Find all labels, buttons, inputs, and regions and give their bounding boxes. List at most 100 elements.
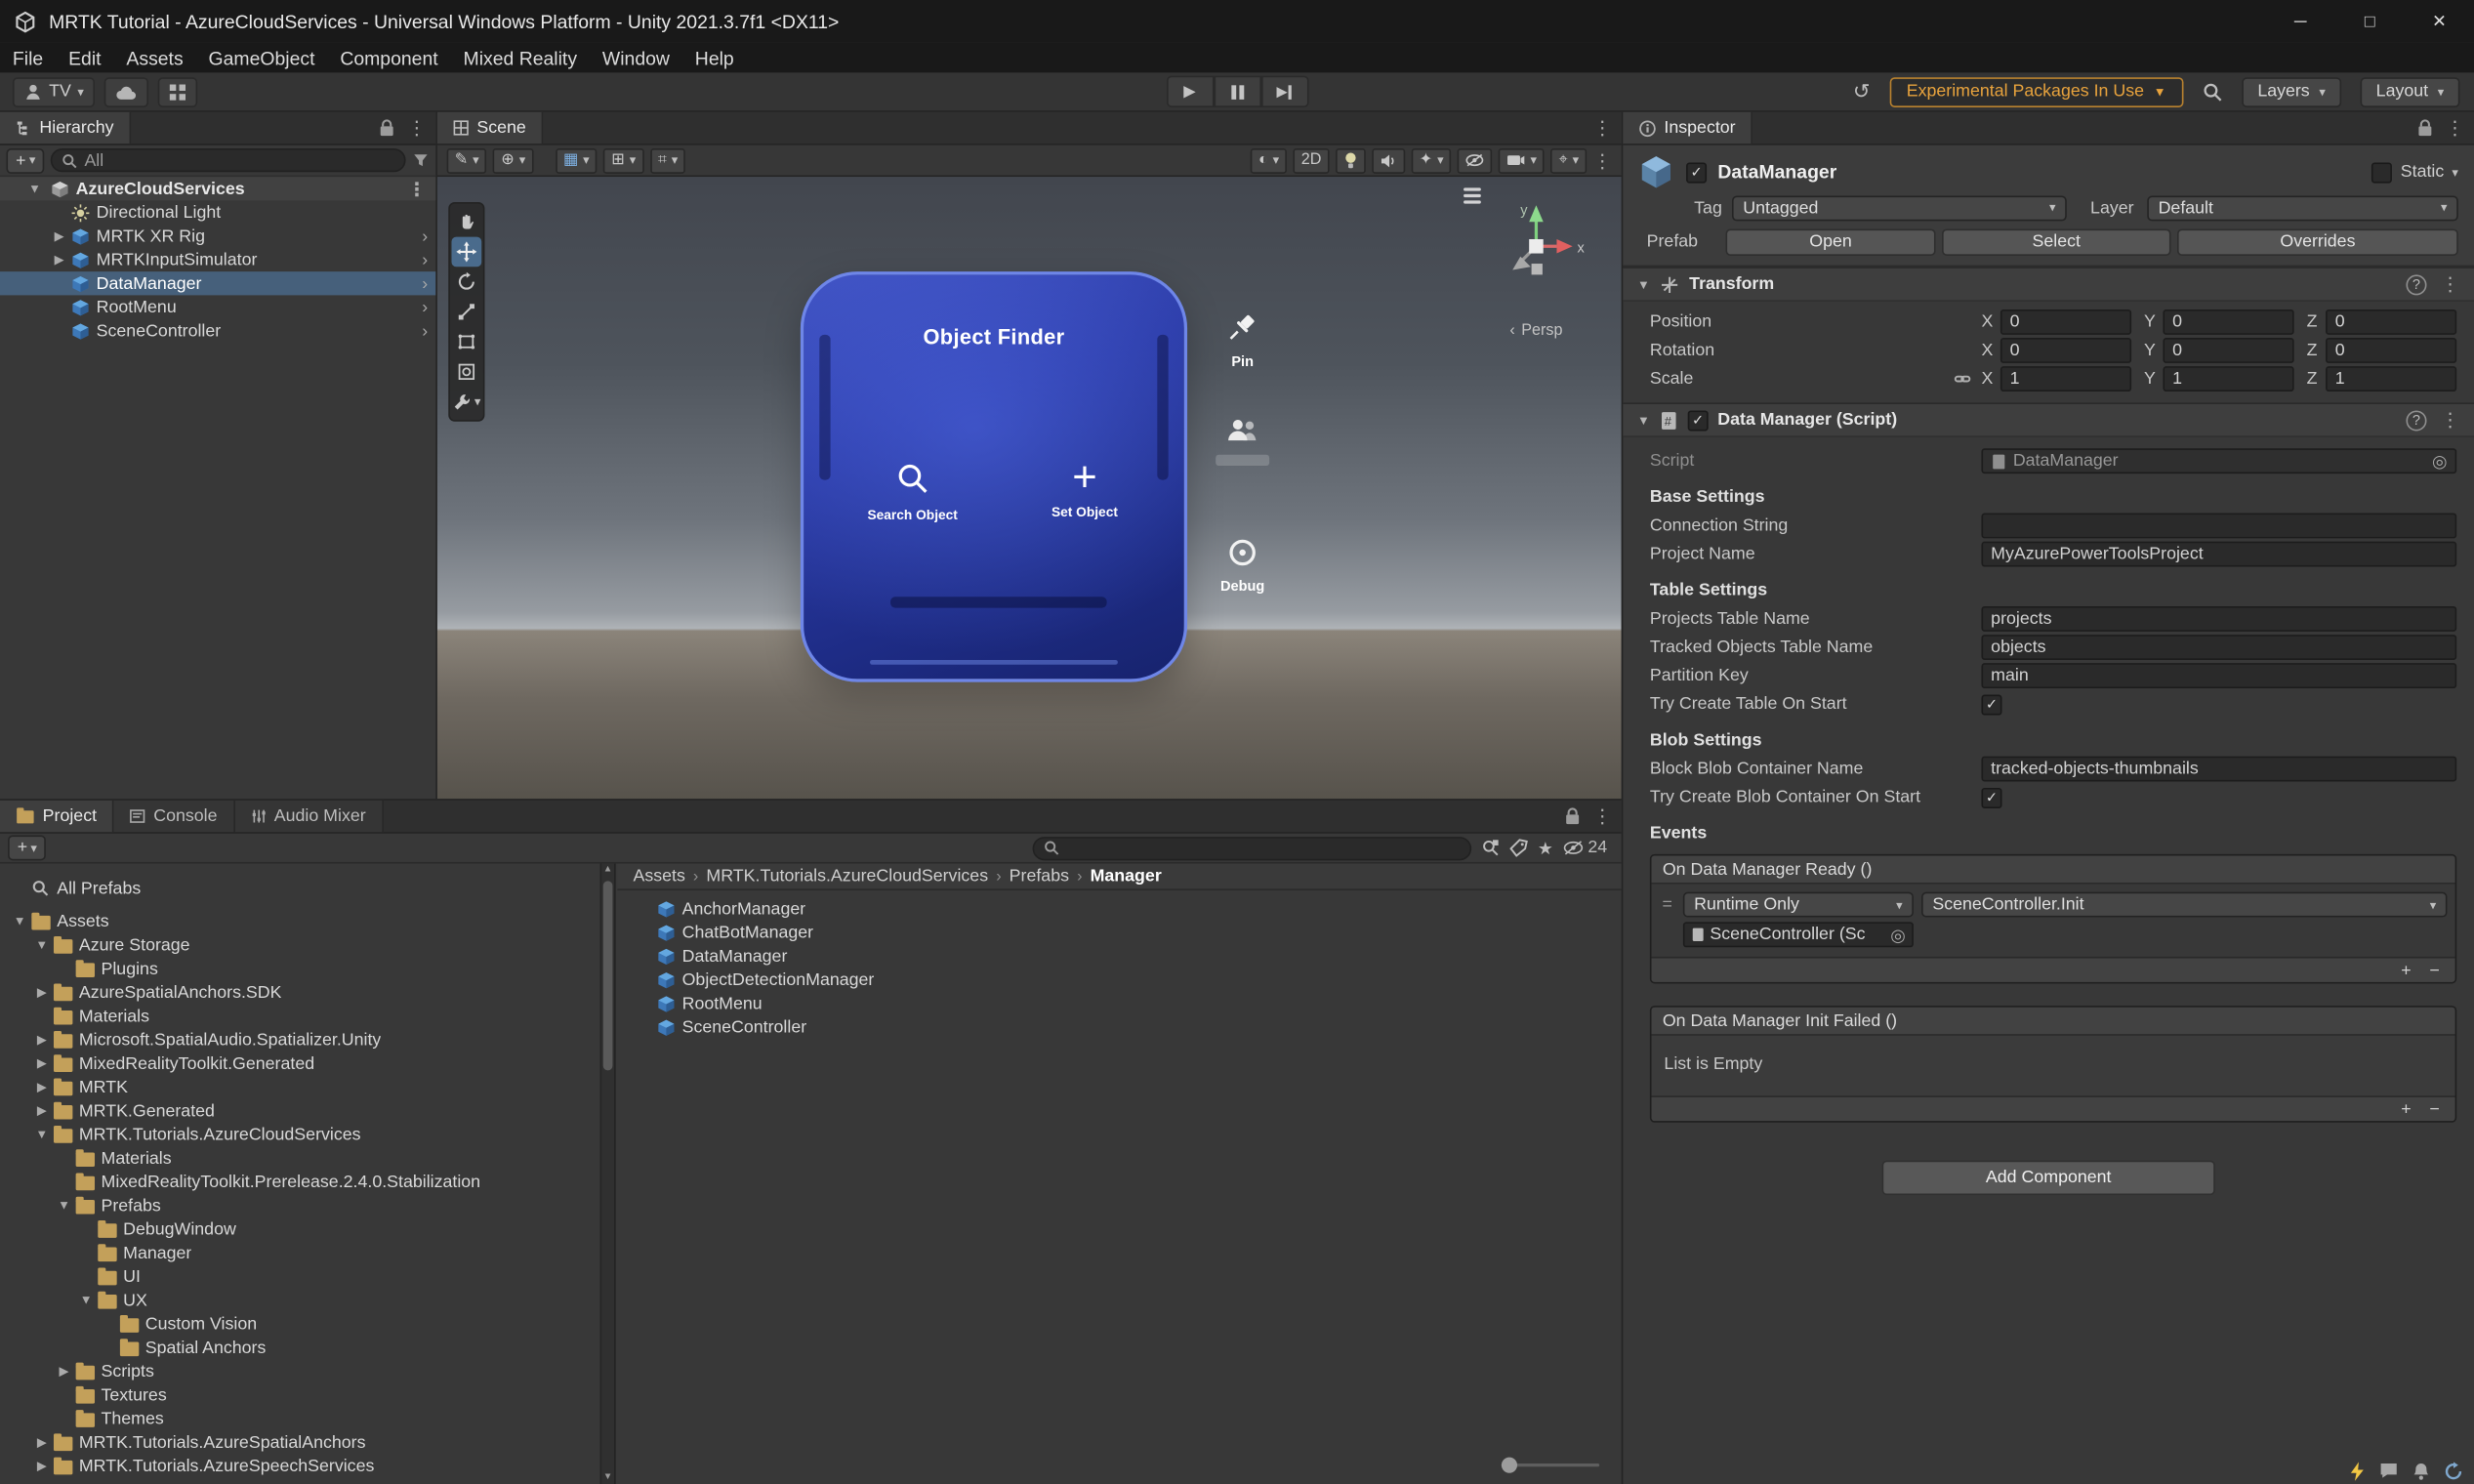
tag-dropdown[interactable]: Untagged ▾ [1731,194,2067,221]
foldout-arrow[interactable]: ▼ [76,1293,97,1307]
step-button[interactable]: ▶ [1260,75,1308,107]
tab-scene[interactable]: Scene [436,111,544,144]
rotate-tool-button[interactable] [450,267,483,297]
script-object-field[interactable]: DataManager ◎ [1981,448,2457,474]
scrollbar-thumb[interactable] [602,881,613,1071]
project-search-input[interactable] [1032,836,1471,860]
tracked-objects-table-field[interactable]: objects [1981,635,2457,660]
scale-y-field[interactable]: 1 [2163,366,2294,392]
add-event-button[interactable]: + [2392,959,2420,981]
breadcrumb-item[interactable]: Assets › [633,867,698,886]
drag-handle-icon[interactable]: = [1660,895,1675,914]
folder-row[interactable]: ▶ Scripts [0,1359,614,1382]
asset-row[interactable]: DataManager [617,944,1621,968]
asset-row[interactable]: AnchorManager [617,897,1621,921]
object-picker-icon[interactable]: ◎ [2432,451,2448,471]
breadcrumb-item[interactable]: MRTK.Tutorials.AzureCloudServices › [706,867,1001,886]
folder-row[interactable]: ▶ MixedRealityToolkit.Generated [0,1051,614,1075]
component-menu-icon[interactable]: ⋮ [2441,410,2459,429]
folder-row[interactable]: MixedRealityToolkit.Prerelease.2.4.0.Sta… [0,1170,614,1193]
foldout-arrow[interactable]: ▼ [31,1128,52,1142]
folder-row[interactable]: ▼ UX [0,1289,614,1312]
foldout-arrow[interactable]: ▶ [31,1435,52,1450]
prefab-open-chevron[interactable]: › [422,298,428,316]
scroll-down-icon[interactable]: ▼ [601,1473,614,1483]
blob-container-field[interactable]: tracked-objects-thumbnails [1981,756,2457,782]
asset-row[interactable]: SceneController [617,1015,1621,1039]
foldout-arrow[interactable]: ▼ [1637,413,1650,428]
prefab-open-chevron[interactable]: › [422,321,428,340]
prefab-open-chevron[interactable]: › [422,250,428,268]
scale-link-icon[interactable] [1953,369,1971,388]
component-menu-icon[interactable]: ⋮ [2441,274,2459,293]
grid-snapping-dropdown[interactable]: ▦ ▾ [555,147,598,174]
prefab-select-button[interactable]: Select [1942,227,2171,256]
folder-row[interactable]: Spatial Anchors [0,1336,614,1359]
partition-key-field[interactable]: main [1981,663,2457,689]
folder-row[interactable]: Materials [0,1146,614,1170]
view-tool-button[interactable] [450,207,483,237]
foldout-arrow[interactable]: ▶ [54,1364,74,1379]
asset-row[interactable]: ChatBotManager [617,921,1621,944]
hierarchy-row[interactable]: SceneController › [0,319,435,343]
static-dropdown-icon[interactable]: ▾ [2452,165,2457,180]
lock-icon[interactable] [2415,118,2434,137]
event-function-dropdown[interactable]: SceneController.Init ▾ [1921,891,2448,918]
menu-item[interactable]: Edit [56,43,113,73]
gameobject-name-field[interactable]: DataManager [1717,161,1836,184]
folder-row[interactable]: ▼ MRTK.Tutorials.AzureCloudServices [0,1123,614,1146]
snap-increment-dropdown[interactable]: ⊞ ▾ [603,147,644,174]
remove-event-button[interactable]: − [2420,1098,2449,1121]
menu-item[interactable]: File [0,43,56,73]
effects-dropdown[interactable]: ✦ ▾ [1411,147,1452,174]
foldout-arrow[interactable]: ▶ [31,985,52,1000]
panel-menu-icon[interactable]: ⋮ [1593,806,1612,825]
rotation-z-field[interactable]: 0 [2326,338,2457,363]
close-button[interactable]: ✕ [2405,0,2474,43]
move-tool-button[interactable] [451,236,482,268]
scroll-up-icon[interactable]: ▲ [601,865,614,875]
camera-dropdown[interactable]: ▾ [1499,147,1546,174]
folder-row[interactable]: ▶ Microsoft.SpatialAudio.Spatializer.Uni… [0,1028,614,1051]
event-mode-dropdown[interactable]: Runtime Only ▾ [1682,891,1914,918]
try-create-blob-checkbox[interactable]: ✓ [1981,787,2002,808]
breadcrumb-item[interactable]: Prefabs › [1010,867,1083,886]
asset-row[interactable]: ObjectDetectionManager [617,968,1621,991]
prefab-overrides-button[interactable]: Overrides [2176,227,2458,256]
scene-toolbar-menu-icon[interactable]: ⋮ [1593,150,1612,169]
tool-settings-dropdown[interactable]: ⌗ ▾ [649,147,686,174]
scale-x-field[interactable]: 1 [2000,366,2132,392]
asset-row[interactable]: RootMenu [617,992,1621,1015]
folder-row[interactable]: ▼ Assets [0,909,614,932]
menu-item[interactable]: GameObject [196,43,328,73]
projection-label[interactable]: ‹ Persp [1486,322,1587,340]
layout-dropdown[interactable]: Layout ▾ [2360,76,2460,107]
search-everywhere-icon[interactable] [2203,81,2223,102]
component-enabled-checkbox[interactable]: ✓ [1687,409,1709,431]
folder-row[interactable]: ▶ MRTK.Generated [0,1099,614,1123]
custom-tool-button[interactable]: ▾ [450,387,483,417]
folder-row[interactable]: DebugWindow [0,1217,614,1241]
help-icon[interactable]: ? [2406,273,2427,295]
lighting-toggle[interactable] [1335,147,1366,174]
overlay-menu-icon[interactable] [1464,187,1481,204]
menu-item[interactable]: Mixed Reality [451,43,590,73]
transform-tool-button[interactable] [450,356,483,387]
audio-toggle[interactable] [1372,147,1406,174]
folder-row[interactable]: Materials [0,1004,614,1027]
foldout-arrow[interactable]: ▶ [31,1103,52,1118]
tree-scrollbar[interactable]: ▲ ▼ [599,863,615,1484]
folder-row[interactable]: Manager [0,1241,614,1264]
folder-row[interactable]: Plugins [0,957,614,980]
foldout-arrow[interactable]: ▼ [28,182,49,196]
tab-audio-mixer[interactable]: Audio Mixer [234,800,384,833]
menu-item[interactable]: Component [327,43,450,73]
refresh-progress-icon[interactable] [2444,1461,2462,1480]
foldout-arrow[interactable]: ▶ [31,1459,52,1473]
save-search-star-icon[interactable]: ★ [1538,838,1553,857]
folder-row[interactable]: ▼ Azure Storage [0,933,614,957]
scale-tool-button[interactable] [450,297,483,327]
render-doc-dropdown[interactable]: ◐ ▾ [1250,147,1288,174]
rotation-y-field[interactable]: 0 [2163,338,2294,363]
gizmos-dropdown[interactable]: ⌖ ▾ [1550,147,1587,174]
